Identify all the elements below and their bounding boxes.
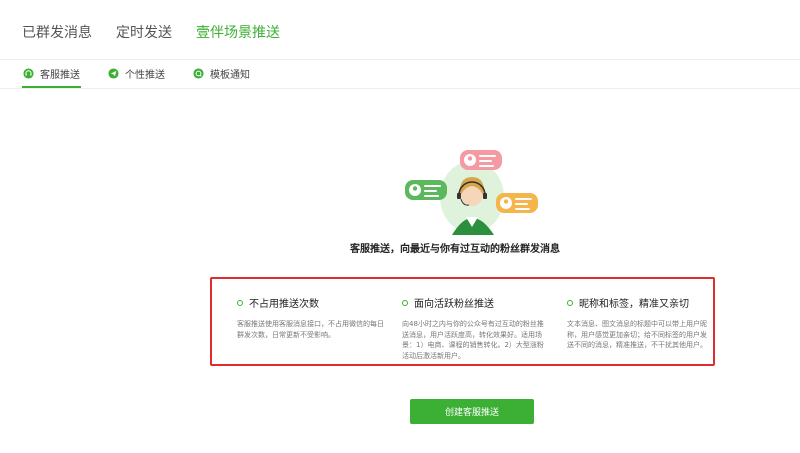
feature-title-text: 面向活跃粉丝推送: [414, 299, 494, 310]
feature-item: 昵称和标签，精准又亲切 文本消息、图文消息的标题中可以带上用户昵称，用户感觉更加…: [567, 295, 707, 351]
feature-description: 文本消息、图文消息的标题中可以带上用户昵称，用户感觉更加亲切；给不同标签的用户发…: [567, 320, 707, 349]
header-divider: [0, 59, 800, 60]
main-tabs: 已群发消息 定时发送 壹伴场景推送: [22, 22, 280, 42]
headset-icon: [23, 67, 34, 79]
features-panel: 不占用推送次数 客服推送使用客服消息接口，不占用微信的每日群发次数，日常更新不受…: [210, 277, 715, 366]
sub-tab-label: 客服推送: [40, 69, 80, 81]
tab-customer-service-push[interactable]: 客服推送: [22, 62, 81, 88]
page-headline: 客服推送，向最近与你有过互动的粉丝群发消息: [350, 244, 560, 255]
sub-tab-label: 模板通知: [210, 69, 250, 81]
circle-bullet-icon: [567, 299, 573, 306]
feature-title: 昵称和标签，精准又亲切: [567, 295, 707, 310]
sub-tabs-divider: [0, 88, 800, 89]
customer-service-illustration: [405, 150, 538, 235]
circle-bullet-icon: [402, 299, 408, 306]
sub-tab-label: 个性推送: [125, 69, 165, 81]
send-icon: [108, 67, 119, 79]
feature-title: 不占用推送次数: [237, 295, 387, 310]
create-customer-service-push-button[interactable]: 创建客服推送: [410, 399, 534, 424]
feature-title-text: 昵称和标签，精准又亲切: [579, 299, 689, 310]
feature-description: 客服推送使用客服消息接口，不占用微信的每日群发次数，日常更新不受影响。: [237, 320, 384, 339]
feature-item: 面向活跃粉丝推送 向48小时之内与你的公众号有过互动的粉丝推送消息，用户活跃度高…: [402, 295, 545, 361]
feature-description: 向48小时之内与你的公众号有过互动的粉丝推送消息，用户活跃度高，转化效果好。适用…: [402, 320, 544, 360]
feature-title: 面向活跃粉丝推送: [402, 295, 545, 310]
feature-title-text: 不占用推送次数: [249, 299, 319, 310]
feature-item: 不占用推送次数 客服推送使用客服消息接口，不占用微信的每日群发次数，日常更新不受…: [237, 295, 387, 340]
circle-bullet-icon: [237, 299, 243, 306]
template-icon: [193, 67, 204, 79]
tab-personalized-push[interactable]: 个性推送: [107, 62, 166, 84]
tab-scene-push[interactable]: 壹伴场景推送: [196, 22, 280, 42]
tab-scheduled-send[interactable]: 定时发送: [116, 22, 172, 42]
sub-tabs: 客服推送 个性推送 模板通知: [22, 62, 251, 88]
tab-template-notice[interactable]: 模板通知: [192, 62, 251, 84]
tab-sent-messages[interactable]: 已群发消息: [22, 22, 92, 42]
